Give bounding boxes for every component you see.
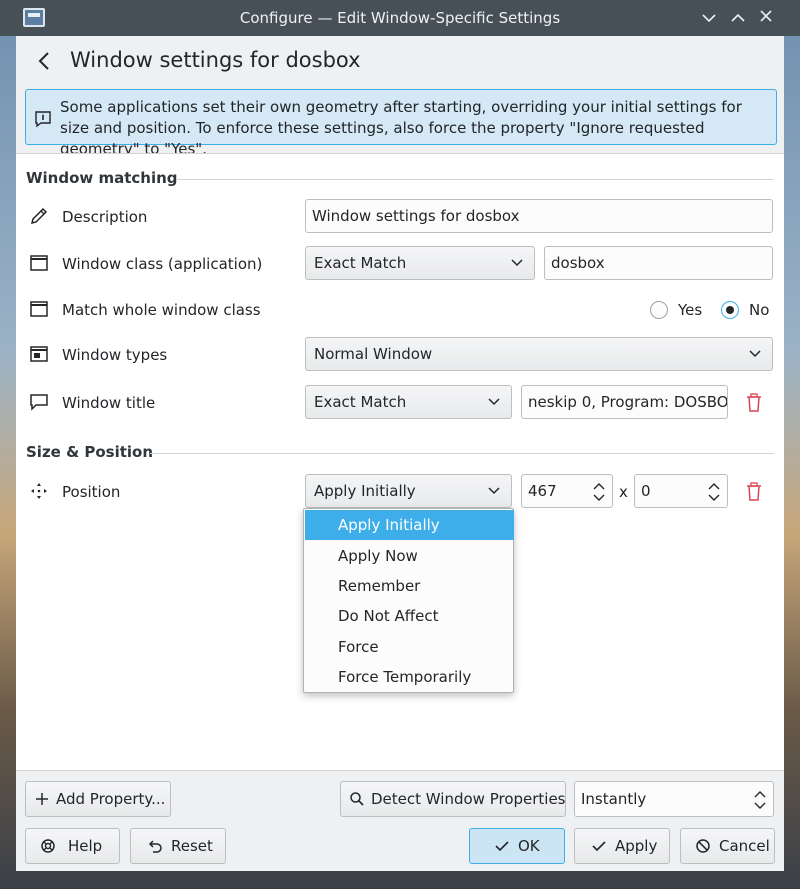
chevron-down-icon [749, 350, 761, 358]
menu-item-apply-now[interactable]: Apply Now [305, 541, 514, 571]
window-icon [29, 299, 49, 319]
chevron-up-icon [731, 13, 745, 22]
position-policy-menu: Apply Initially Apply Now Remember Do No… [303, 508, 514, 693]
checkmark-icon [592, 841, 606, 852]
page-header: Window settings for dosbox [16, 36, 784, 86]
plus-icon [36, 793, 48, 805]
chevron-down-icon [702, 14, 716, 23]
ok-label: OK [518, 837, 540, 855]
description-input[interactable]: Window settings for dosbox [305, 199, 773, 233]
close-button[interactable] [755, 8, 777, 28]
back-button[interactable] [34, 50, 54, 72]
menu-item-apply-initially[interactable]: Apply Initially [305, 510, 514, 540]
ok-button[interactable]: OK [469, 828, 565, 864]
menu-item-do-not-affect[interactable]: Do Not Affect [305, 601, 514, 631]
info-text: Some applications set their own geometry… [60, 98, 742, 158]
position-policy-value: Apply Initially [314, 482, 416, 500]
page-title: Window settings for dosbox [70, 48, 361, 72]
window-title: Configure — Edit Window-Specific Setting… [239, 9, 561, 27]
undo-icon [148, 840, 162, 853]
window-title-match-value: Exact Match [314, 393, 407, 411]
window-class-input[interactable]: dosbox [544, 246, 773, 280]
position-x-spinbox[interactable]: 467 [521, 474, 613, 508]
window-title-label: Window title [62, 394, 156, 412]
window-title-input[interactable]: neskip 0, Program: DOSBOX [521, 385, 728, 419]
window-types-combo[interactable]: Normal Window [305, 337, 773, 371]
reset-button[interactable]: Reset [130, 828, 226, 864]
detect-window-properties-label: Detect Window Properties [371, 790, 566, 808]
window-title-match-combo[interactable]: Exact Match [305, 385, 512, 419]
detect-delay-spinbox[interactable]: Instantly [574, 781, 774, 817]
chevron-down-icon [488, 398, 500, 406]
dialog-window: Window settings for dosbox Some applicat… [16, 36, 784, 871]
window-class-match-value: Exact Match [314, 254, 407, 272]
info-message: Some applications set their own geometry… [25, 89, 777, 158]
whole-class-yes-radio[interactable] [650, 301, 668, 319]
add-property-button[interactable]: Add Property... [25, 781, 171, 817]
apply-label: Apply [615, 837, 658, 855]
position-x-value: 467 [528, 482, 557, 500]
delete-window-title-button[interactable] [744, 392, 764, 414]
spin-arrows-icon[interactable] [707, 480, 721, 504]
window-types-icon [29, 344, 49, 364]
search-icon [350, 792, 364, 806]
position-separator: x [619, 483, 628, 501]
section-divider [176, 179, 774, 180]
section-size-position: Size & Position [26, 443, 154, 461]
window-types-value: Normal Window [314, 345, 433, 363]
pencil-icon [29, 206, 49, 226]
position-policy-combo[interactable]: Apply Initially [305, 474, 512, 508]
speech-bubble-icon [29, 392, 49, 412]
arrow-left-icon [38, 52, 49, 70]
help-label: Help [68, 837, 103, 855]
window-icon [29, 253, 49, 273]
whole-class-label: Match whole window class [62, 301, 261, 319]
help-button[interactable]: Help [25, 828, 120, 864]
delete-position-button[interactable] [744, 481, 764, 503]
trash-icon [747, 393, 761, 412]
cancel-label: Cancel [719, 837, 770, 855]
menu-item-force-temporarily[interactable]: Force Temporarily [305, 662, 514, 692]
detect-window-properties-button[interactable]: Detect Window Properties [340, 781, 566, 817]
minimize-button[interactable] [698, 8, 720, 28]
description-label: Description [62, 208, 148, 226]
info-icon [34, 110, 52, 128]
position-y-spinbox[interactable]: 0 [634, 474, 728, 508]
chevron-down-icon [511, 259, 523, 267]
window-class-label: Window class (application) [62, 255, 263, 273]
spin-arrows-icon[interactable] [753, 788, 767, 812]
whole-class-yes-label[interactable]: Yes [678, 301, 702, 319]
chevron-down-icon [488, 487, 500, 495]
window-types-label: Window types [62, 346, 168, 364]
menu-item-force[interactable]: Force [305, 632, 514, 662]
checkmark-icon [495, 841, 509, 852]
spin-arrows-icon[interactable] [592, 480, 606, 504]
menu-item-remember[interactable]: Remember [305, 571, 514, 601]
section-window-matching: Window matching [26, 169, 178, 187]
trash-icon [747, 482, 761, 501]
whole-class-no-radio[interactable] [721, 301, 739, 319]
window-class-match-combo[interactable]: Exact Match [305, 246, 535, 280]
move-icon [29, 481, 49, 501]
titlebar: Configure — Edit Window-Specific Setting… [0, 0, 800, 36]
reset-label: Reset [171, 837, 213, 855]
add-property-label: Add Property... [56, 790, 166, 808]
whole-class-no-label[interactable]: No [749, 301, 769, 319]
section-divider [150, 453, 774, 454]
cancel-icon [696, 839, 710, 853]
cancel-button[interactable]: Cancel [680, 828, 775, 864]
close-icon [760, 10, 772, 22]
maximize-button[interactable] [727, 8, 749, 28]
detect-delay-value: Instantly [581, 790, 647, 808]
lifebuoy-icon [41, 839, 55, 853]
position-y-value: 0 [641, 482, 651, 500]
position-label: Position [62, 483, 121, 501]
apply-button[interactable]: Apply [574, 828, 670, 864]
